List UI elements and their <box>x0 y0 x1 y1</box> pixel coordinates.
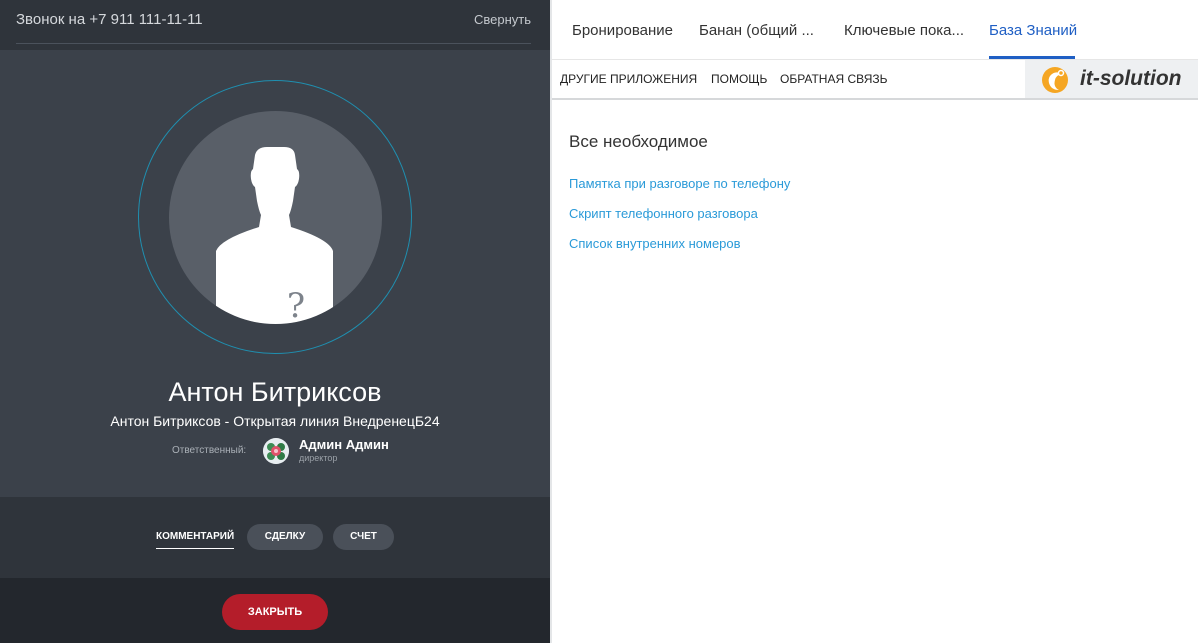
call-actions: КОММЕНТАРИЙ СДЕЛКУ СЧЕТ <box>0 497 550 578</box>
app-tabs: Бронирование Банан (общий ... Ключевые п… <box>552 0 1198 60</box>
caller-source: Антон Битриксов - Открытая линия Внедрен… <box>110 413 440 429</box>
call-title: Звонок на +7 911 111-11-11 <box>16 11 203 28</box>
create-invoice-button[interactable]: СЧЕТ <box>333 524 394 550</box>
close-button[interactable]: ЗАКРЫТЬ <box>222 594 328 630</box>
brand-logo: it-solution <box>1025 60 1198 98</box>
kb-link-phone-memo[interactable]: Памятка при разговоре по телефону <box>569 176 790 191</box>
nav-other-apps[interactable]: ДРУГИЕ ПРИЛОЖЕНИЯ <box>560 72 697 86</box>
logo-text: it-solution <box>1080 67 1182 90</box>
caller-info: ? Антон Битриксов Антон Битриксов - Откр… <box>0 50 550 497</box>
sub-navigation: ДРУГИЕ ПРИЛОЖЕНИЯ ПОМОЩЬ ОБРАТНАЯ СВЯЗЬ … <box>552 60 1198 100</box>
tab-key-metrics[interactable]: Ключевые пока... <box>844 22 964 39</box>
nav-help[interactable]: ПОМОЩЬ <box>711 72 767 86</box>
create-deal-button[interactable]: СДЕЛКУ <box>247 524 323 550</box>
tab-booking[interactable]: Бронирование <box>572 22 673 39</box>
section-heading: Все необходимое <box>569 132 708 151</box>
call-header: Звонок на +7 911 111-11-11 Свернуть <box>0 0 550 50</box>
responsible-name[interactable]: Админ Админ <box>299 437 389 452</box>
call-footer: ЗАКРЫТЬ <box>0 578 550 643</box>
knowledge-base-content: Все необходимое Памятка при разговоре по… <box>552 100 1198 643</box>
kb-link-call-script[interactable]: Скрипт телефонного разговора <box>569 206 758 221</box>
collapse-button[interactable]: Свернуть <box>474 12 531 27</box>
nav-feedback[interactable]: ОБРАТНАЯ СВЯЗЬ <box>780 72 888 86</box>
it-solution-logo-icon <box>1042 67 1068 93</box>
tab-knowledge-base[interactable]: База Знаний <box>989 22 1077 39</box>
active-tab-indicator <box>989 56 1075 59</box>
responsible-role: директор <box>299 453 338 463</box>
responsible-label: Ответственный: <box>172 445 247 456</box>
app-panel: Бронирование Банан (общий ... Ключевые п… <box>550 0 1198 643</box>
flower-avatar-icon <box>263 438 289 464</box>
responsible-avatar[interactable] <box>263 438 289 464</box>
kb-link-internal-numbers[interactable]: Список внутренних номеров <box>569 236 741 251</box>
comment-tab[interactable]: КОММЕНТАРИЙ <box>156 531 235 549</box>
call-panel: Звонок на +7 911 111-11-11 Свернуть ? Ан… <box>0 0 550 643</box>
unknown-user-icon: ? <box>216 147 333 324</box>
header-divider <box>16 43 531 44</box>
tab-banan[interactable]: Банан (общий ... <box>699 22 814 39</box>
caller-name: Антон Битриксов <box>168 377 382 407</box>
caller-avatar: ? <box>169 111 382 324</box>
question-mark: ? <box>287 286 305 324</box>
